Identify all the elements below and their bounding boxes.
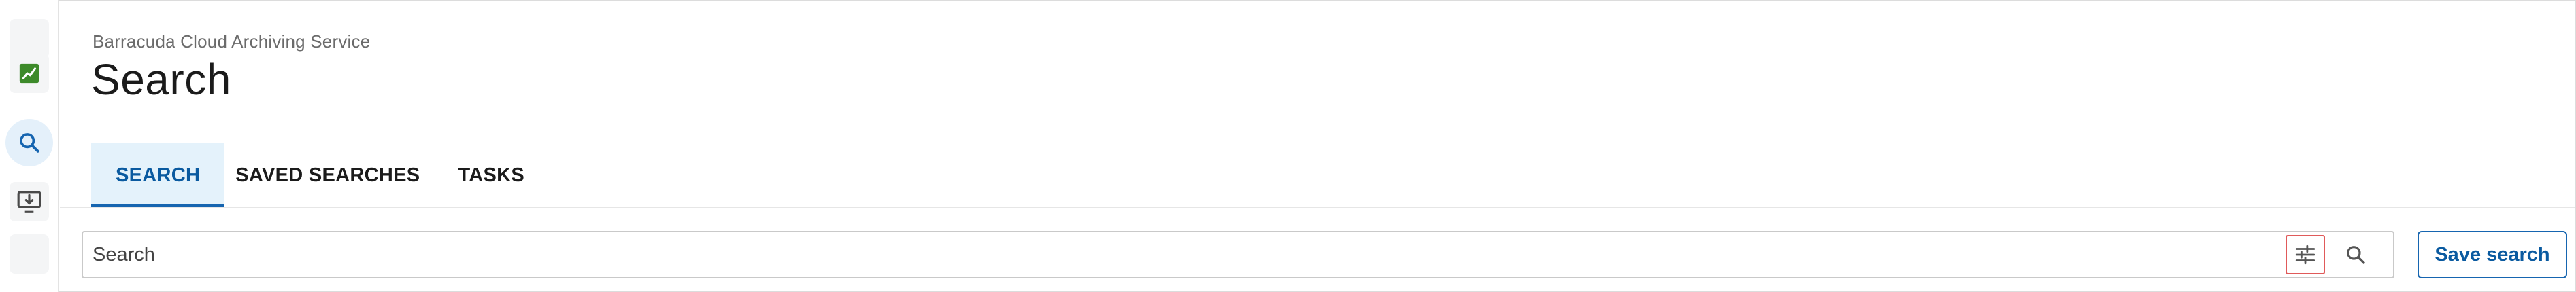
sliders-icon bbox=[2295, 244, 2315, 265]
save-search-button[interactable]: Save search bbox=[2418, 231, 2567, 278]
chart-icon bbox=[19, 63, 39, 84]
page-title: Search bbox=[91, 55, 231, 104]
tab-tasks[interactable]: TASKS bbox=[439, 143, 543, 208]
search-icon bbox=[2347, 246, 2365, 264]
search-submit-button[interactable] bbox=[2336, 235, 2375, 274]
rail-item-reports[interactable] bbox=[10, 54, 49, 93]
brand-subtitle: Barracuda Cloud Archiving Service bbox=[93, 31, 371, 52]
filter-button[interactable] bbox=[2286, 235, 2325, 274]
search-input[interactable] bbox=[83, 232, 2286, 277]
left-rail bbox=[0, 0, 59, 292]
monitor-download-icon bbox=[17, 191, 41, 213]
rail-item-search[interactable] bbox=[5, 119, 53, 166]
search-bar bbox=[82, 231, 2394, 278]
rail-item-exports[interactable] bbox=[10, 182, 49, 221]
tab-bar: SEARCH SAVED SEARCHES TASKS bbox=[91, 143, 543, 208]
tab-saved-searches[interactable]: SAVED SEARCHES bbox=[224, 143, 439, 208]
tab-search[interactable]: SEARCH bbox=[91, 143, 225, 208]
rail-blank-top bbox=[10, 19, 49, 58]
tab-divider bbox=[60, 207, 2575, 208]
rail-blank-bottom bbox=[10, 234, 49, 274]
search-icon bbox=[20, 133, 39, 153]
